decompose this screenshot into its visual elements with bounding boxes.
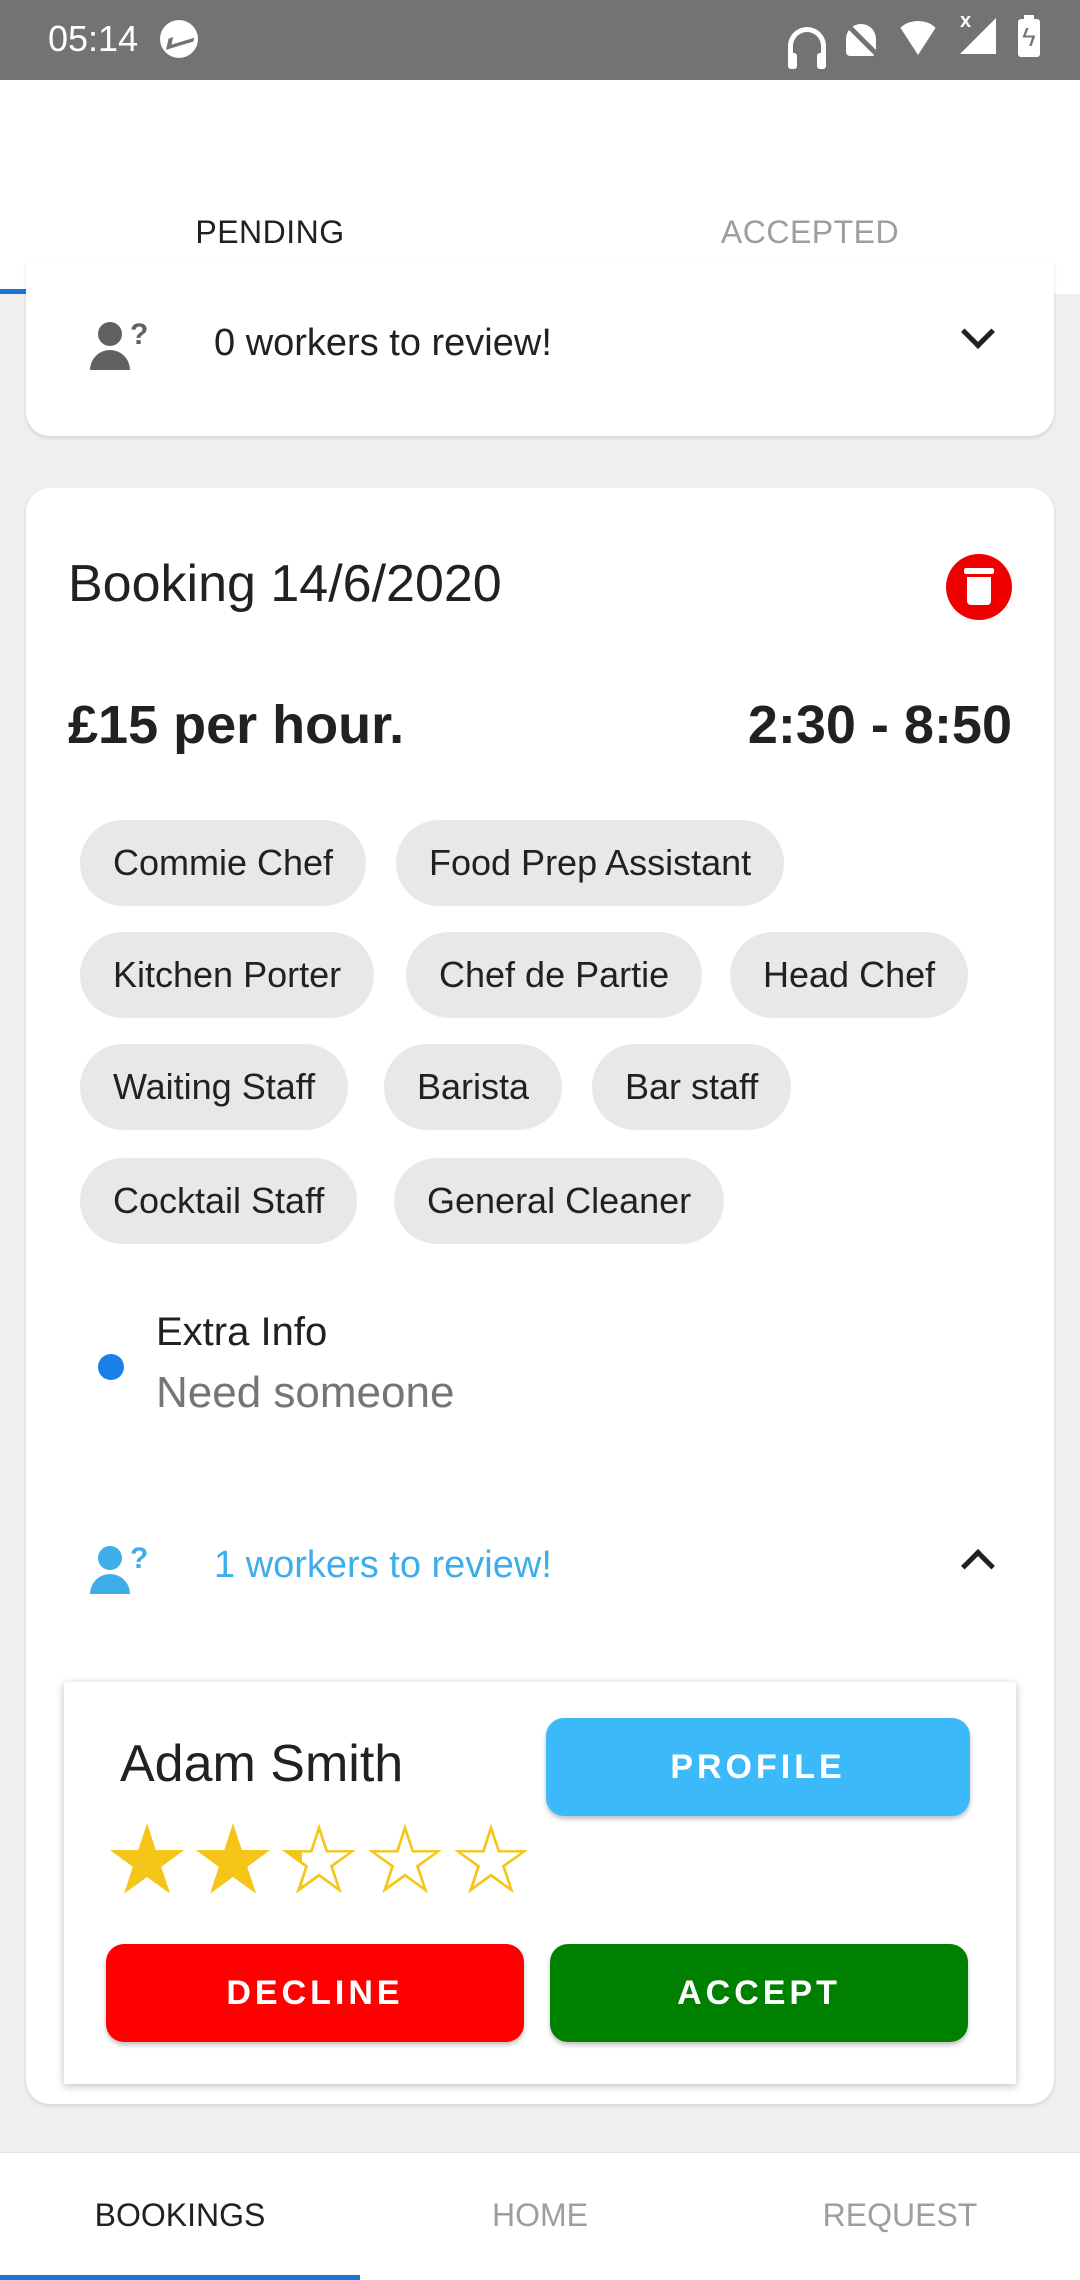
headset-icon (788, 27, 826, 69)
booking-rate: £15 per hour. (68, 695, 405, 755)
messenger-icon (160, 20, 198, 58)
worker-rating: ☆★☆★☆★☆★☆★ (104, 1807, 535, 1914)
workers-review-toggle[interactable]: 0 workers to review! (214, 322, 552, 365)
star-icon: ☆★ (104, 1807, 191, 1914)
wifi-icon (896, 21, 940, 55)
bottom-navigation: BOOKINGS HOME REQUEST (0, 2152, 1080, 2280)
battery-charging-icon (1018, 15, 1040, 57)
worker-card: Adam Smith PROFILE ☆★☆★☆★☆★☆★ DECLINE AC… (64, 1682, 1016, 2084)
nav-indicator (0, 2275, 360, 2280)
nav-bookings[interactable]: BOOKINGS (0, 2197, 360, 2234)
star-icon: ☆★ (276, 1807, 363, 1914)
status-bar: 05:14 x (0, 0, 1080, 80)
person-question-icon: ? (90, 1542, 152, 1596)
star-icon: ☆★ (190, 1807, 277, 1914)
booking-card: Booking 14/6/2020 £15 per hour. 2:30 - 8… (26, 488, 1054, 2104)
role-chip: Chef de Partie (406, 932, 703, 1018)
star-icon: ☆★ (362, 1807, 449, 1914)
worker-name: Adam Smith (120, 1735, 404, 1793)
role-chip: Bar staff (592, 1044, 792, 1130)
signal-icon: x (960, 10, 998, 58)
role-chip: Food Prep Assistant (396, 820, 785, 906)
profile-button[interactable]: PROFILE (546, 1718, 970, 1816)
role-chip: Barista (384, 1044, 563, 1130)
extra-info-value: Need someone (156, 1368, 455, 1417)
role-chip: Commie Chef (80, 820, 367, 906)
status-time: 05:14 (48, 18, 139, 59)
star-icon: ☆★ (448, 1807, 535, 1914)
nav-home[interactable]: HOME (360, 2197, 720, 2234)
tab-accepted[interactable]: ACCEPTED (540, 214, 1080, 251)
tab-pending[interactable]: PENDING (0, 214, 540, 251)
info-dot-icon (98, 1354, 124, 1380)
accept-button[interactable]: ACCEPT (550, 1944, 968, 2042)
role-chip: Waiting Staff (80, 1044, 349, 1130)
extra-info-label: Extra Info (156, 1310, 328, 1354)
person-question-icon: ? (90, 318, 152, 372)
chevron-up-icon[interactable] (961, 1549, 995, 1583)
role-chip: Cocktail Staff (80, 1158, 358, 1244)
delete-icon[interactable] (946, 554, 1012, 620)
decline-button[interactable]: DECLINE (106, 1944, 524, 2042)
bell-off-icon (846, 24, 876, 56)
chevron-down-icon[interactable] (961, 315, 995, 349)
booking-title: Booking 14/6/2020 (68, 555, 502, 613)
nav-request[interactable]: REQUEST (720, 2197, 1080, 2234)
role-chip: Head Chef (730, 932, 969, 1018)
role-chip: Kitchen Porter (80, 932, 375, 1018)
workers-review-toggle[interactable]: 1 workers to review! (214, 1544, 552, 1587)
previous-booking-card: ? 0 workers to review! (26, 260, 1054, 436)
role-chip: General Cleaner (394, 1158, 725, 1244)
booking-time: 2:30 - 8:50 (747, 695, 1012, 755)
